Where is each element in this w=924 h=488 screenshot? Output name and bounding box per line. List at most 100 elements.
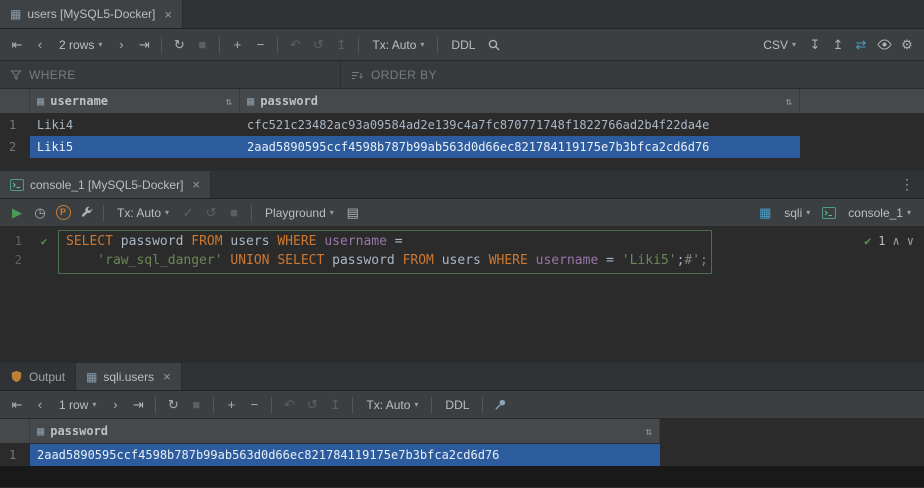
row-count-dropdown[interactable]: 1 row ▾ [52, 394, 103, 416]
grid-corner[interactable] [0, 419, 30, 443]
sort-icon[interactable]: ⇅ [645, 425, 652, 438]
last-page-button[interactable]: ⇥ [127, 394, 149, 416]
import-data-icon[interactable]: ↥ [827, 34, 849, 56]
sql-code-line[interactable]: SELECT password FROM users WHERE usernam… [58, 232, 403, 251]
settings-wrench-icon[interactable] [75, 202, 97, 224]
sql-token: WHERE [277, 234, 324, 249]
close-icon[interactable]: × [164, 7, 172, 22]
view-options-eye-icon[interactable] [873, 34, 895, 56]
column-header-username[interactable]: ▦ username ⇅ [30, 89, 240, 113]
row-number[interactable]: 1 [0, 114, 30, 136]
add-row-button[interactable]: + [220, 394, 242, 416]
close-icon[interactable]: × [163, 369, 171, 384]
output-layout-icon[interactable]: ▤ [342, 202, 364, 224]
delete-row-button[interactable]: − [249, 34, 271, 56]
table-icon: ▦ [86, 371, 97, 383]
grid-filler [0, 158, 924, 171]
tx-mode-label: Tx: Auto [372, 38, 416, 52]
stop-button: ■ [191, 34, 213, 56]
result-grid-header: ▦ password ⇅ [0, 419, 924, 444]
tab-output[interactable]: Output [0, 363, 76, 390]
order-by-filter[interactable]: ORDER BY [341, 61, 447, 88]
cell-password[interactable]: 2aad5890595ccf4598b787b99ab563d0d66ec821… [240, 136, 800, 158]
last-page-button[interactable]: ⇥ [133, 34, 155, 56]
cell-password[interactable]: cfc521c23482ac93a09584ad2e139c4a7fc87077… [240, 114, 800, 136]
ddl-button[interactable]: DDL [438, 394, 476, 416]
tab-users-table[interactable]: ▦ users [MySQL5-Docker] × [0, 0, 183, 28]
sort-icon[interactable]: ⇅ [225, 95, 232, 108]
row-number[interactable]: 2 [0, 136, 30, 158]
export-format-dropdown[interactable]: CSV▾ [756, 34, 803, 56]
sql-editor[interactable]: 1 ✔ SELECT password FROM users WHERE use… [0, 227, 924, 363]
next-page-button[interactable]: › [110, 34, 132, 56]
previous-page-button[interactable]: ‹ [29, 394, 51, 416]
column-header-password[interactable]: ▦ password ⇅ [30, 419, 660, 443]
data-extractor-icon[interactable]: ⇄ [850, 34, 872, 56]
close-icon[interactable]: × [192, 177, 200, 192]
csv-label: CSV [763, 38, 788, 52]
parameters-icon[interactable]: P [52, 202, 74, 224]
next-result-icon[interactable]: ∨ [907, 234, 914, 248]
tab-result-grid[interactable]: ▦ sqli.users × [76, 363, 182, 390]
grid-corner[interactable] [0, 89, 30, 113]
export-data-icon[interactable]: ↧ [804, 34, 826, 56]
sql-token: FROM [403, 253, 442, 268]
gutter-blank [30, 251, 58, 270]
row-number[interactable]: 1 [0, 444, 30, 466]
kebab-menu-icon[interactable]: ⋮ [890, 171, 924, 198]
tx-mode-dropdown[interactable]: Tx: Auto▾ [359, 394, 425, 416]
editor-line[interactable]: 2 'raw_sql_danger' UNION SELECT password… [0, 251, 924, 270]
bottom-filler [0, 466, 924, 487]
revert-icon: ↺ [301, 394, 323, 416]
reload-data-button[interactable]: ↻ [162, 394, 184, 416]
ddl-button[interactable]: DDL [444, 34, 482, 56]
first-page-button[interactable]: ⇤ [6, 34, 28, 56]
chevron-down-icon: ▾ [165, 208, 169, 217]
table-row[interactable]: 1 Liki4 cfc521c23482ac93a09584ad2e139c4a… [0, 114, 924, 136]
toolbar-separator [352, 397, 353, 413]
chevron-down-icon: ▾ [92, 400, 96, 409]
row-count-label: 1 row [59, 398, 88, 412]
search-icon[interactable] [483, 34, 505, 56]
schema-dropdown[interactable]: sqli▾ [777, 202, 817, 224]
output-icon [10, 370, 23, 383]
row-count-dropdown[interactable]: 2 rows▾ [52, 34, 109, 56]
previous-page-button[interactable]: ‹ [29, 34, 51, 56]
pin-tab-icon[interactable] [489, 394, 511, 416]
table-row-selected[interactable]: 2 Liki5 2aad5890595ccf4598b787b99ab563d0… [0, 136, 924, 158]
chevron-down-icon: ▾ [806, 208, 810, 217]
execution-result-widget: ✔ 1 ∧ ∨ [864, 234, 914, 248]
next-page-button[interactable]: › [104, 394, 126, 416]
sql-token: SELECT [66, 234, 121, 249]
cell-username[interactable]: Liki4 [30, 114, 240, 136]
where-filter[interactable]: WHERE [0, 61, 341, 88]
chevron-down-icon: ▾ [420, 40, 424, 49]
sql-token: FROM [191, 234, 230, 249]
cell-password[interactable]: 2aad5890595ccf4598b787b99ab563d0d66ec821… [30, 444, 660, 466]
column-icon: ▦ [37, 424, 44, 438]
sort-icon[interactable]: ⇅ [785, 95, 792, 108]
sql-code-line[interactable]: 'raw_sql_danger' UNION SELECT password F… [58, 251, 708, 270]
sql-token: password [332, 253, 402, 268]
history-clock-icon[interactable]: ◷ [29, 202, 51, 224]
ddl-label: DDL [445, 398, 469, 412]
add-row-button[interactable]: + [226, 34, 248, 56]
tab-console[interactable]: console_1 [MySQL5-Docker] × [0, 171, 211, 198]
cell-username[interactable]: Liki5 [30, 136, 240, 158]
console-session-dropdown[interactable]: console_1▾ [841, 202, 918, 224]
reload-data-button[interactable]: ↻ [168, 34, 190, 56]
gear-icon[interactable]: ⚙ [896, 34, 918, 56]
undo-icon: ↶ [278, 394, 300, 416]
delete-row-button[interactable]: − [243, 394, 265, 416]
editor-line[interactable]: 1 ✔ SELECT password FROM users WHERE use… [0, 232, 924, 251]
prev-result-icon[interactable]: ∧ [893, 234, 900, 248]
tx-mode-dropdown[interactable]: Tx: Auto ▾ [365, 34, 431, 56]
tx-mode-dropdown[interactable]: Tx: Auto▾ [110, 202, 176, 224]
run-button[interactable]: ▶ [6, 202, 28, 224]
executed-check-icon: ✔ [30, 232, 58, 251]
first-page-button[interactable]: ⇤ [6, 394, 28, 416]
column-header-password[interactable]: ▦ password ⇅ [240, 89, 800, 113]
success-check-icon: ✔ [864, 234, 871, 248]
playground-mode-dropdown[interactable]: Playground▾ [258, 202, 341, 224]
table-row-selected[interactable]: 1 2aad5890595ccf4598b787b99ab563d0d66ec8… [0, 444, 924, 466]
